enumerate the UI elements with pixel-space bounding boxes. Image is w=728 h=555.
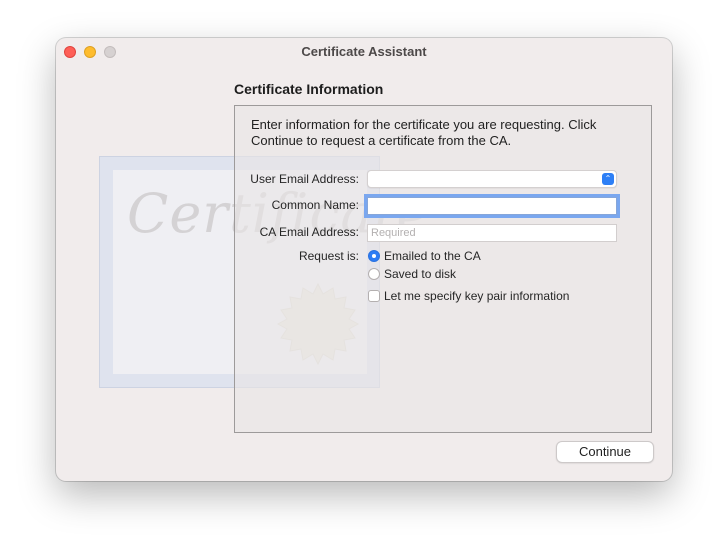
continue-button[interactable]: Continue bbox=[556, 441, 654, 463]
user-email-popup[interactable]: ⌃ bbox=[367, 170, 617, 188]
key-pair-checkbox[interactable] bbox=[368, 290, 380, 302]
emailed-to-ca-label[interactable]: Emailed to the CA bbox=[384, 249, 481, 263]
window-title: Certificate Assistant bbox=[301, 44, 427, 59]
intro-text: Enter information for the certificate yo… bbox=[251, 117, 597, 148]
certificate-assistant-window: Certificate Assistant Certificate Certif… bbox=[56, 38, 672, 481]
ca-email-field[interactable] bbox=[367, 224, 617, 242]
key-pair-label[interactable]: Let me specify key pair information bbox=[384, 289, 569, 303]
chevron-updown-icon: ⌃ bbox=[602, 173, 614, 185]
section-title: Certificate Information bbox=[234, 81, 384, 97]
common-name-label: Common Name: bbox=[271, 198, 359, 212]
title-bar: Certificate Assistant bbox=[56, 38, 672, 66]
request-is-label: Request is: bbox=[298, 249, 359, 263]
saved-to-disk-radio[interactable] bbox=[368, 268, 380, 280]
certificate-info-panel: Enter information for the certificate yo… bbox=[234, 105, 652, 433]
common-name-field[interactable] bbox=[367, 197, 617, 215]
ca-email-label: CA Email Address: bbox=[259, 225, 359, 239]
saved-to-disk-label[interactable]: Saved to disk bbox=[384, 267, 456, 281]
emailed-to-ca-radio[interactable] bbox=[368, 250, 380, 262]
user-email-label: User Email Address: bbox=[250, 172, 359, 186]
